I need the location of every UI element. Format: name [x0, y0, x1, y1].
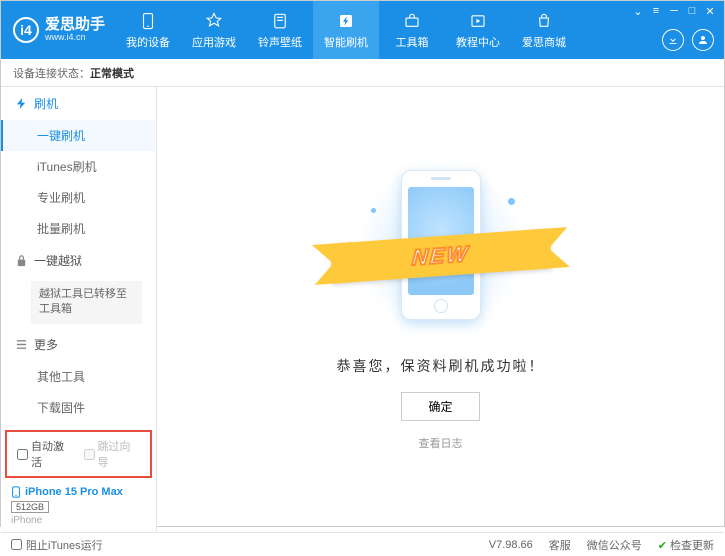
sidebar-item[interactable]: 一键刷机	[1, 120, 156, 151]
device-name[interactable]: iPhone 15 Pro Max	[11, 486, 146, 498]
status-label: 设备连接状态：	[13, 65, 90, 81]
skip-guide-checkbox[interactable]: 跳过向导	[84, 438, 141, 470]
sidebar-item[interactable]: 其他工具	[1, 361, 156, 392]
main-content: NEW 恭喜您，保资料刷机成功啦！ 确定 查看日志	[157, 87, 724, 532]
check-update-link[interactable]: ✔检查更新	[658, 537, 714, 553]
nav-device[interactable]: 我的设备	[115, 1, 181, 59]
view-log-link[interactable]: 查看日志	[419, 435, 463, 451]
ok-button[interactable]: 确定	[401, 392, 479, 421]
nav-shop[interactable]: 爱思商城	[511, 1, 577, 59]
main-nav: 我的设备应用游戏铃声壁纸智能刷机工具箱教程中心爱思商城	[115, 1, 577, 59]
auto-activate-checkbox[interactable]: 自动激活	[17, 438, 74, 470]
device-info: iPhone 15 Pro Max 512GB iPhone	[1, 480, 156, 532]
maximize-icon[interactable]: □	[686, 5, 698, 17]
sidebar-group[interactable]: 一键越狱	[1, 244, 156, 277]
user-icon[interactable]	[692, 29, 714, 51]
device-status-bar: 设备连接状态： 正常模式	[1, 59, 724, 87]
sidebar: 刷机一键刷机iTunes刷机专业刷机批量刷机一键越狱越狱工具已转移至工具箱更多其…	[1, 87, 157, 532]
app-name: 爱思助手	[45, 17, 105, 34]
tutorial-icon	[468, 11, 488, 31]
app-header: i4 爱思助手 www.i4.cn 我的设备应用游戏铃声壁纸智能刷机工具箱教程中…	[1, 1, 724, 59]
sidebar-item[interactable]: 批量刷机	[1, 213, 156, 244]
logo-icon: i4	[13, 17, 39, 43]
nav-apps[interactable]: 应用游戏	[181, 1, 247, 59]
download-icon[interactable]	[662, 29, 684, 51]
sidebar-item: 越狱工具已转移至工具箱	[31, 281, 142, 324]
device-icon	[138, 11, 158, 31]
sidebar-group[interactable]: 更多	[1, 328, 156, 361]
window-controls: ⌄ ≡ ─ □ ✕	[632, 5, 716, 17]
nav-toolbox[interactable]: 工具箱	[379, 1, 445, 59]
toolbox-icon	[402, 11, 422, 31]
nav-tutorial[interactable]: 教程中心	[445, 1, 511, 59]
minimize-icon[interactable]: ─	[668, 5, 680, 17]
success-message: 恭喜您，保资料刷机成功啦！	[337, 356, 545, 376]
sidebar-item[interactable]: 专业刷机	[1, 182, 156, 213]
footer: 阻止iTunes运行 V7.98.66 客服 微信公众号 ✔检查更新	[1, 532, 724, 556]
flash-icon	[336, 11, 356, 31]
ringtone-icon	[270, 11, 290, 31]
block-itunes-checkbox[interactable]: 阻止iTunes运行	[11, 537, 103, 553]
settings-icon[interactable]: ⌄	[632, 5, 644, 17]
success-illustration: NEW	[361, 158, 521, 338]
wechat-link[interactable]: 微信公众号	[587, 537, 642, 553]
sidebar-item[interactable]: 下载固件	[1, 392, 156, 423]
device-type: iPhone	[11, 515, 146, 526]
shop-icon	[534, 11, 554, 31]
nav-ringtone[interactable]: 铃声壁纸	[247, 1, 313, 59]
options-row: 自动激活 跳过向导	[5, 430, 152, 478]
support-link[interactable]: 客服	[549, 537, 571, 553]
menu-icon[interactable]: ≡	[650, 5, 662, 17]
app-logo: i4 爱思助手 www.i4.cn	[1, 17, 115, 43]
nav-flash[interactable]: 智能刷机	[313, 1, 379, 59]
sidebar-item[interactable]: 高级功能	[1, 423, 156, 428]
apps-icon	[204, 11, 224, 31]
status-value: 正常模式	[90, 65, 134, 81]
close-icon[interactable]: ✕	[704, 5, 716, 17]
version-label: V7.98.66	[489, 539, 533, 551]
app-url: www.i4.cn	[45, 33, 105, 43]
sidebar-item[interactable]: iTunes刷机	[1, 151, 156, 182]
sidebar-group[interactable]: 刷机	[1, 87, 156, 120]
device-storage: 512GB	[11, 501, 49, 513]
